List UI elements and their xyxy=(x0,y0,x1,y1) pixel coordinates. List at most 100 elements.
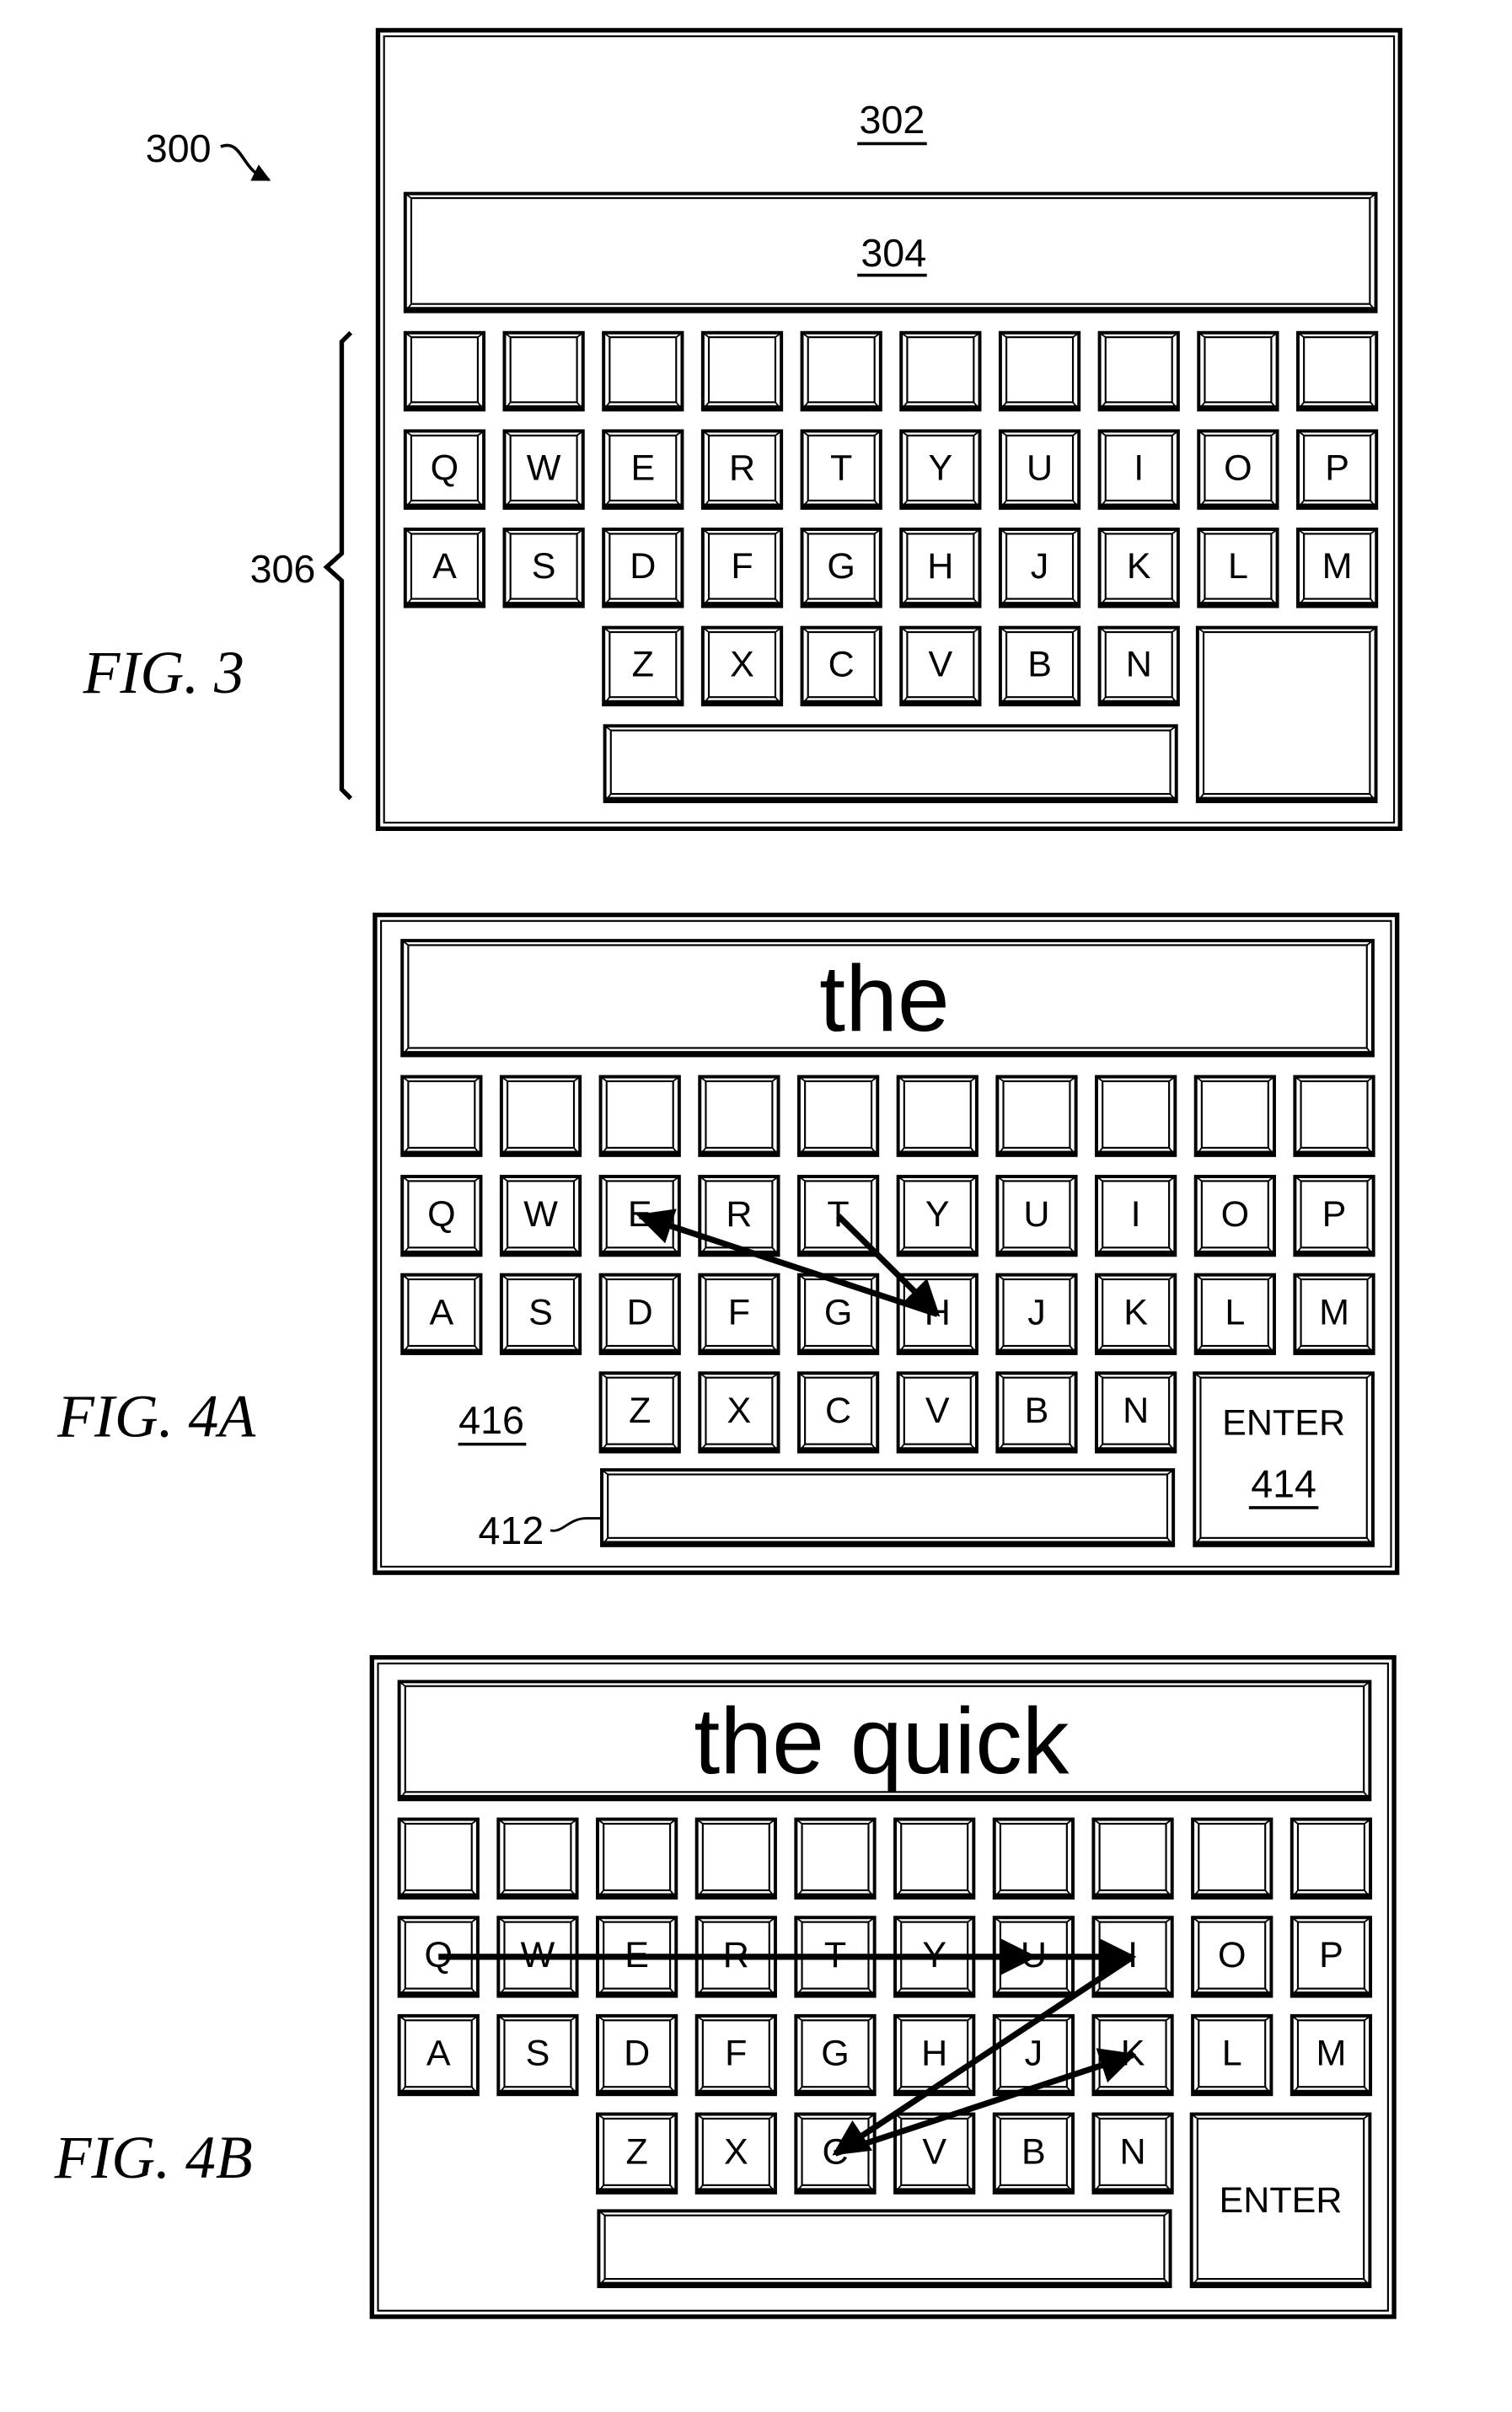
key-blank[interactable] xyxy=(1197,330,1279,412)
key-blank[interactable] xyxy=(794,1817,877,1900)
key-w[interactable]: W xyxy=(502,429,585,510)
space-bar-key[interactable] xyxy=(600,1468,1176,1547)
key-blank[interactable] xyxy=(896,1075,979,1157)
key-g[interactable]: G xyxy=(796,1273,880,1355)
key-z[interactable]: Z xyxy=(596,2112,678,2195)
key-m[interactable]: M xyxy=(1293,1273,1375,1355)
key-z[interactable]: Z xyxy=(602,625,684,707)
key-blank[interactable] xyxy=(499,1075,582,1157)
key-blank[interactable] xyxy=(397,1817,480,1900)
key-m[interactable]: M xyxy=(1295,528,1379,608)
key-blank[interactable] xyxy=(899,330,982,412)
enter-key[interactable]: ENTER 414 xyxy=(1193,1371,1375,1547)
key-blank[interactable] xyxy=(992,1817,1075,1900)
key-blank[interactable] xyxy=(596,1817,678,1900)
key-blank[interactable] xyxy=(998,330,1081,412)
key-blank[interactable] xyxy=(698,1075,780,1157)
enter-key[interactable] xyxy=(1195,625,1378,803)
key-n[interactable]: N xyxy=(1097,625,1180,707)
key-o[interactable]: O xyxy=(1191,1916,1273,1998)
key-r[interactable]: R xyxy=(698,1175,780,1257)
key-y[interactable]: Y xyxy=(899,429,982,510)
key-p[interactable]: P xyxy=(1295,429,1379,510)
key-i[interactable]: I xyxy=(1095,1175,1177,1257)
key-l[interactable]: L xyxy=(1191,2013,1273,2097)
key-o[interactable]: O xyxy=(1197,429,1279,510)
key-x[interactable]: X xyxy=(700,625,784,707)
key-n[interactable]: N xyxy=(1095,1371,1177,1454)
key-blank[interactable] xyxy=(1293,1075,1375,1157)
key-n[interactable]: N xyxy=(1091,2112,1174,2195)
key-b[interactable]: B xyxy=(998,625,1081,707)
key-q[interactable]: Q xyxy=(400,1175,483,1257)
key-h[interactable]: H xyxy=(899,528,982,608)
key-blank[interactable] xyxy=(1193,1075,1276,1157)
key-f[interactable]: F xyxy=(698,1273,780,1355)
key-blank[interactable] xyxy=(800,330,882,412)
key-l[interactable]: L xyxy=(1197,528,1279,608)
key-blank[interactable] xyxy=(1289,1817,1373,1900)
key-j[interactable]: J xyxy=(992,2013,1075,2097)
key-blank[interactable] xyxy=(496,1817,579,1900)
key-blank[interactable] xyxy=(893,1817,976,1900)
key-blank[interactable] xyxy=(796,1075,880,1157)
key-p[interactable]: P xyxy=(1289,1916,1373,1998)
key-o[interactable]: O xyxy=(1193,1175,1276,1257)
space-bar-key[interactable] xyxy=(603,724,1178,803)
key-h[interactable]: H xyxy=(893,2013,976,2097)
key-blank[interactable] xyxy=(602,330,684,412)
key-l[interactable]: L xyxy=(1193,1273,1276,1355)
key-u[interactable]: U xyxy=(998,429,1081,510)
key-blank[interactable] xyxy=(995,1075,1078,1157)
key-i[interactable]: I xyxy=(1097,429,1180,510)
key-k[interactable]: K xyxy=(1097,528,1180,608)
key-blank[interactable] xyxy=(598,1075,681,1157)
key-blank[interactable] xyxy=(1095,1075,1177,1157)
key-s[interactable]: S xyxy=(499,1273,582,1355)
key-p[interactable]: P xyxy=(1293,1175,1375,1257)
key-z[interactable]: Z xyxy=(598,1371,681,1454)
key-s[interactable]: S xyxy=(496,2013,579,2097)
key-blank[interactable] xyxy=(700,330,784,412)
key-m[interactable]: M xyxy=(1289,2013,1373,2097)
key-t[interactable]: T xyxy=(800,429,882,510)
key-f[interactable]: F xyxy=(700,528,784,608)
key-g[interactable]: G xyxy=(800,528,882,608)
key-w[interactable]: W xyxy=(499,1175,582,1257)
key-j[interactable]: J xyxy=(995,1273,1078,1355)
key-blank[interactable] xyxy=(1295,330,1379,412)
key-blank[interactable] xyxy=(1097,330,1180,412)
enter-key[interactable]: ENTER xyxy=(1189,2112,1372,2289)
key-k[interactable]: K xyxy=(1095,1273,1177,1355)
key-q[interactable]: Q xyxy=(403,429,486,510)
key-v[interactable]: V xyxy=(893,2112,976,2195)
key-j[interactable]: J xyxy=(998,528,1081,608)
key-blank[interactable] xyxy=(502,330,585,412)
key-b[interactable]: B xyxy=(992,2112,1075,2195)
key-v[interactable]: V xyxy=(899,625,982,707)
space-bar-key[interactable] xyxy=(597,2209,1172,2289)
key-v[interactable]: V xyxy=(896,1371,979,1454)
key-d[interactable]: D xyxy=(602,528,684,608)
key-blank[interactable] xyxy=(400,1075,483,1157)
key-d[interactable]: D xyxy=(598,1273,681,1355)
key-u[interactable]: U xyxy=(995,1175,1078,1257)
key-g[interactable]: G xyxy=(794,2013,877,2097)
key-x[interactable]: X xyxy=(698,1371,780,1454)
key-blank[interactable] xyxy=(403,330,486,412)
key-blank[interactable] xyxy=(1091,1817,1174,1900)
key-s[interactable]: S xyxy=(502,528,585,608)
key-blank[interactable] xyxy=(1191,1817,1273,1900)
key-e[interactable]: E xyxy=(602,429,684,510)
key-r[interactable]: R xyxy=(700,429,784,510)
key-a[interactable]: A xyxy=(403,528,486,608)
key-f[interactable]: F xyxy=(694,2013,777,2097)
key-a[interactable]: A xyxy=(397,2013,480,2097)
key-c[interactable]: C xyxy=(794,2112,877,2195)
key-x[interactable]: X xyxy=(694,2112,777,2195)
key-d[interactable]: D xyxy=(596,2013,678,2097)
key-b[interactable]: B xyxy=(995,1371,1078,1454)
key-y[interactable]: Y xyxy=(896,1175,979,1257)
key-c[interactable]: C xyxy=(800,625,882,707)
key-c[interactable]: C xyxy=(796,1371,880,1454)
